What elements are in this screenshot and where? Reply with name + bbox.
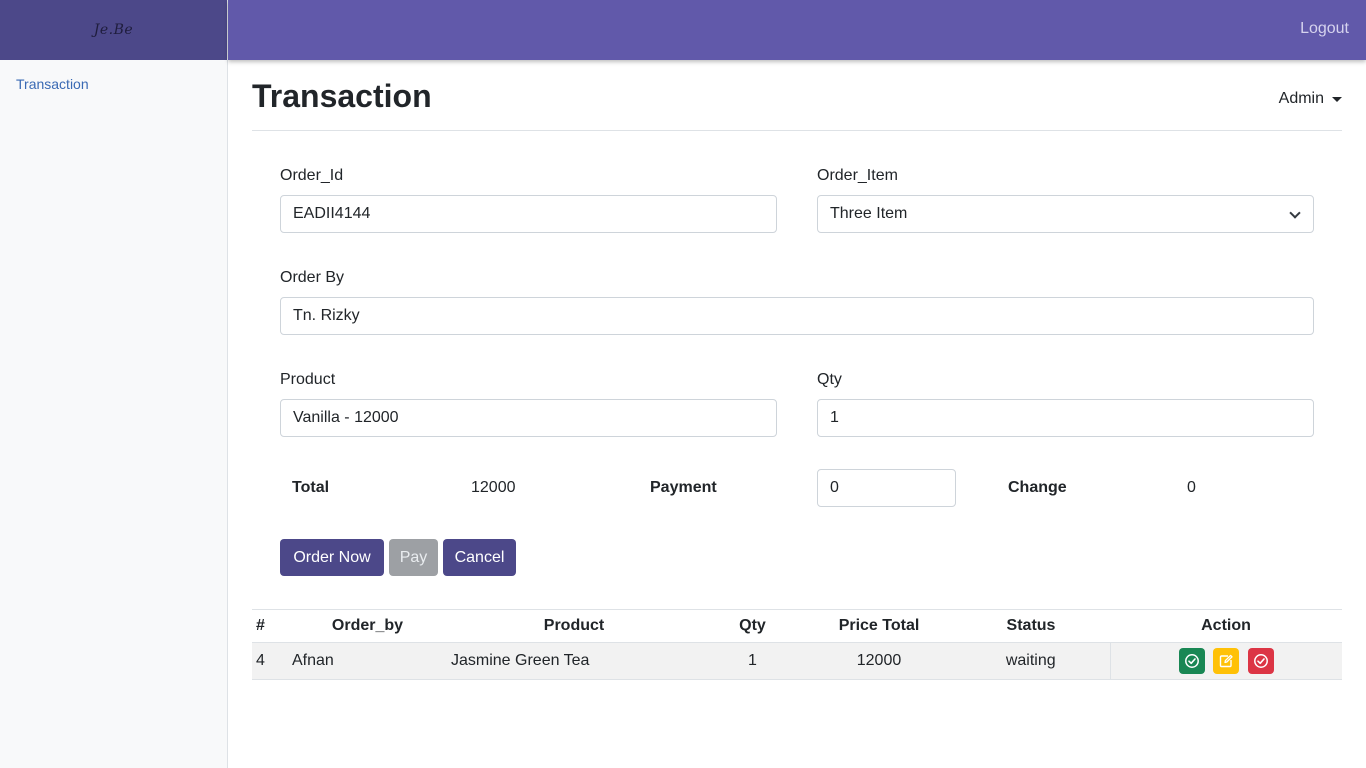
change-value: 0	[1187, 479, 1196, 496]
product-label: Product	[280, 371, 336, 388]
orders-table: # Order_by Product Qty Price Total Statu…	[252, 609, 1342, 680]
edit-button[interactable]	[1213, 648, 1240, 674]
col-header-action: Action	[1110, 609, 1342, 643]
order-item-select[interactable]: Three Item	[817, 195, 1314, 233]
user-menu-dropdown[interactable]: Admin	[1279, 90, 1342, 108]
reject-button[interactable]	[1247, 648, 1274, 674]
qty-input[interactable]: 1	[817, 399, 1314, 437]
order-item-selected: Three Item	[830, 205, 908, 222]
change-label: Change	[1008, 479, 1067, 496]
qty-label: Qty	[817, 371, 842, 388]
qty-value: 1	[830, 409, 839, 426]
user-menu-label: Admin	[1278, 90, 1324, 107]
brand-logo[interactable]: Je.Be	[0, 0, 227, 60]
check-circle-icon	[1184, 654, 1199, 668]
payment-value: 0	[830, 479, 839, 496]
order-now-button[interactable]: Order Now	[280, 539, 384, 576]
cell-price-total: 12000	[806, 642, 952, 680]
cell-action	[1109, 642, 1342, 680]
sidebar: Je.Be Transaction	[0, 0, 228, 768]
sidebar-item-transaction[interactable]: Transaction	[16, 76, 227, 92]
payment-input[interactable]: 0	[817, 469, 956, 507]
payment-label: Payment	[650, 479, 717, 496]
order-id-value: EADII4144	[293, 205, 371, 222]
order-item-label: Order_Item	[817, 167, 898, 184]
col-header-product: Product	[449, 609, 699, 643]
col-header-price-total: Price Total	[806, 609, 952, 643]
chevron-down-icon	[1289, 207, 1301, 219]
edit-icon	[1220, 654, 1233, 668]
order-by-input[interactable]: Tn. Rizky	[280, 297, 1314, 335]
total-value: 12000	[471, 479, 516, 496]
brand-logo-text: Je.Be	[93, 22, 134, 38]
logout-link[interactable]: Logout	[1300, 20, 1349, 38]
col-header-qty: Qty	[699, 609, 806, 643]
approve-button[interactable]	[1178, 648, 1205, 674]
cell-qty: 1	[699, 642, 806, 680]
order-by-value: Tn. Rizky	[293, 307, 360, 324]
cell-order-by: Afnan	[286, 642, 449, 680]
page-header: Transaction Admin	[252, 60, 1342, 131]
col-header-number: #	[252, 609, 286, 643]
order-by-label: Order By	[280, 269, 345, 286]
order-id-label: Order_Id	[280, 167, 344, 184]
top-navbar: Logout	[228, 0, 1366, 60]
check-circle-icon	[1253, 654, 1268, 668]
cell-number: 4	[252, 642, 286, 680]
caret-down-icon	[1332, 96, 1342, 102]
product-input[interactable]: Vanilla - 12000	[280, 399, 777, 437]
order-id-input[interactable]: EADII4144	[280, 195, 777, 233]
main-content: Transaction Admin Order_Id EADII4144 Ord…	[252, 60, 1342, 680]
table-header-row: # Order_by Product Qty Price Total Statu…	[252, 609, 1342, 643]
cell-status: waiting	[952, 642, 1110, 680]
cell-product: Jasmine Green Tea	[449, 642, 699, 680]
product-value: Vanilla - 12000	[293, 409, 399, 426]
page-title: Transaction	[252, 78, 432, 114]
pay-button[interactable]: Pay	[389, 539, 438, 576]
total-label: Total	[292, 479, 330, 496]
col-header-order-by: Order_by	[286, 609, 449, 643]
cancel-button[interactable]: Cancel	[443, 539, 516, 576]
col-header-status: Status	[952, 609, 1110, 643]
table-row: 4 Afnan Jasmine Green Tea 1 12000 waitin…	[252, 642, 1342, 680]
